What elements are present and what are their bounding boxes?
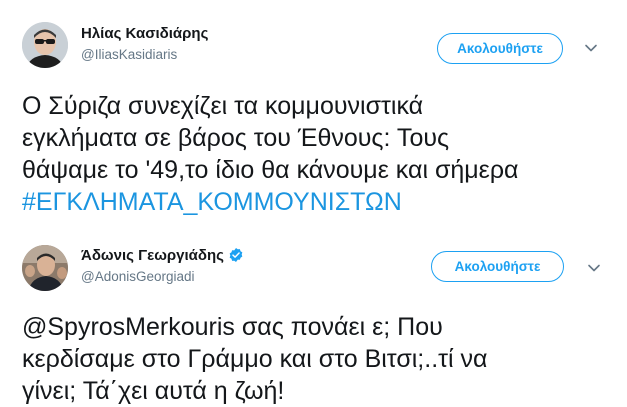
- follow-button[interactable]: Ακολουθήστε: [437, 33, 563, 64]
- username[interactable]: @AdonisGeorgiadi: [81, 269, 195, 284]
- display-name[interactable]: Ηλίας Κασιδιάρης: [81, 25, 208, 42]
- username[interactable]: @IliasKasidiaris: [81, 47, 177, 62]
- tweet-text: @SpyrosMerkouris σας πονάει ε; Που κερδί…: [22, 311, 622, 407]
- tweet-text-line: @SpyrosMerkouris σας πονάει ε; Που: [22, 313, 443, 341]
- tweet-text-line: εγκλήματα σε βάρος του Έθνους: Τους: [22, 124, 450, 152]
- display-name[interactable]: Άδωνις Γεωργιάδης: [81, 247, 244, 264]
- hashtag-link[interactable]: #ΕΓΚΛΗΜΑΤΑ_ΚΟΜΜΟΥΝΙΣΤΩΝ: [22, 186, 622, 218]
- display-name-text: Άδωνις Γεωργιάδης: [81, 247, 224, 264]
- tweet-text-line: Ο Σύριζα συνεχίζει τα κομμουνιστικά: [22, 92, 424, 120]
- tweet-text: Ο Σύριζα συνεχίζει τα κομμουνιστικά εγκλ…: [22, 90, 622, 218]
- avatar[interactable]: [22, 22, 68, 68]
- avatar-portrait: [22, 245, 68, 291]
- chevron-down-icon[interactable]: [586, 260, 602, 276]
- follow-button[interactable]: Ακολουθήστε: [431, 251, 564, 282]
- tweet-text-line: γίνει; Τά΄χει αυτά η ζωή!: [22, 377, 285, 405]
- chevron-down-icon[interactable]: [583, 40, 599, 56]
- avatar[interactable]: [22, 245, 68, 291]
- tweet-text-line: θάψαμε το '49,το ίδιο θα κάνουμε και σήμ…: [22, 156, 519, 184]
- avatar-portrait: [22, 22, 68, 68]
- tweet: Ηλίας Κασιδιάρης @IliasKasidiaris Ακολου…: [0, 0, 627, 228]
- tweet-text-line: κερδίσαμε στο Γράμμο και στο Βιτσι;..τί …: [22, 345, 488, 373]
- verified-badge-icon: [229, 248, 243, 262]
- tweet: Άδωνις Γεωργιάδης @AdonisGeorgiadi Ακολο…: [0, 228, 627, 407]
